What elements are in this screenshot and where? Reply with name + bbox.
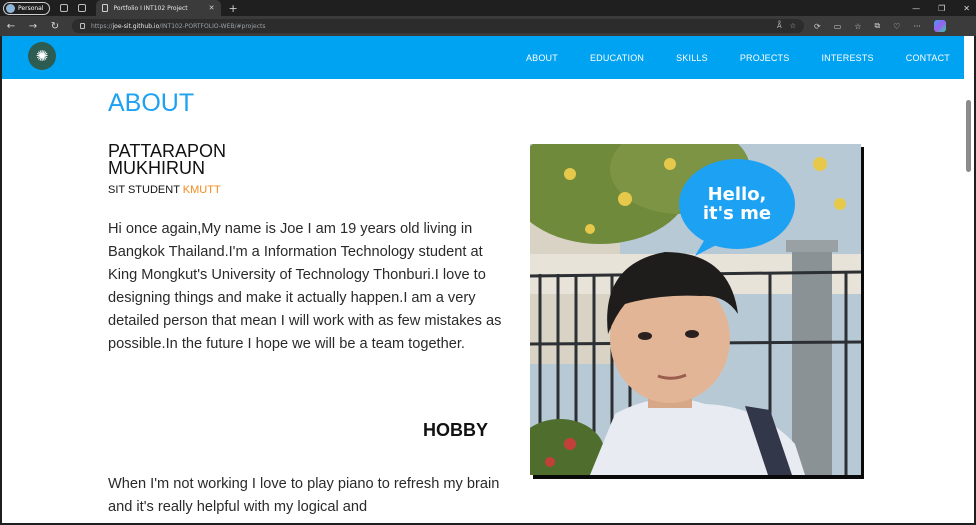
nav-education[interactable]: EDUCATION: [590, 53, 644, 63]
role-line: SIT STUDENT KMUTT: [108, 184, 221, 196]
favorites-icon[interactable]: ☆: [854, 22, 861, 31]
bubble-line-1: Hello,: [708, 184, 767, 205]
about-heading: ABOUT: [108, 89, 195, 117]
restore-icon[interactable]: ❐: [938, 4, 945, 13]
browser-toolbar: ⟳ ▭ ☆ ⧉ ♡ ···: [814, 20, 946, 32]
workspaces-icon[interactable]: [59, 4, 68, 12]
url-host: joe-sit.github.io: [112, 22, 160, 30]
favorite-star-icon[interactable]: ☆: [790, 22, 796, 30]
tab-title: Portfolio I INT102 Project: [113, 4, 188, 12]
profile-button[interactable]: Personal: [3, 1, 50, 15]
read-aloud-icon[interactable]: Aͣ: [777, 22, 782, 30]
collections-icon[interactable]: ⧉: [874, 21, 880, 31]
address-bar-row: ← → ↻ https://joe-sit.github.io/INT102-P…: [0, 16, 976, 36]
window-controls: — ❐ ✕: [912, 0, 970, 16]
main-nav: ABOUT EDUCATION SKILLS PROJECTS INTEREST…: [494, 36, 950, 79]
close-window-icon[interactable]: ✕: [963, 4, 970, 13]
url-field[interactable]: https://joe-sit.github.io/INT102-PORTFOL…: [72, 19, 804, 33]
minimize-icon[interactable]: —: [912, 4, 920, 13]
more-options-icon[interactable]: ···: [913, 22, 921, 31]
bubble-line-2: it's me: [703, 203, 771, 224]
copilot-icon[interactable]: [933, 20, 946, 32]
scrollbar-thumb[interactable]: [966, 100, 971, 172]
hobby-paragraph: When I'm not working I love to play pian…: [108, 476, 500, 515]
browser-essentials-icon[interactable]: ♡: [893, 22, 900, 31]
site-logo[interactable]: ✺: [28, 42, 56, 70]
new-tab-icon[interactable]: +: [229, 3, 238, 14]
profile-photo-illustration: Hello, it's me: [530, 144, 861, 475]
back-icon[interactable]: ←: [0, 21, 22, 32]
web-page: ✺ ABOUT EDUCATION SKILLS PROJECTS INTERE…: [2, 36, 964, 523]
nav-skills[interactable]: SKILLS: [676, 53, 708, 63]
person-name: PATTARAPON MUKHIRUN: [108, 142, 328, 178]
university-name: KMUTT: [182, 184, 221, 196]
hobby-heading: HOBBY: [422, 420, 488, 440]
extensions-icon[interactable]: ⟳: [814, 22, 821, 31]
avatar: [6, 3, 15, 13]
active-tab[interactable]: Portfolio I INT102 Project ✕: [95, 0, 221, 16]
url-prefix: https://: [91, 22, 113, 30]
lock-icon[interactable]: [80, 23, 85, 29]
site-header: ✺ ABOUT EDUCATION SKILLS PROJECTS INTERE…: [2, 36, 964, 79]
browser-tab-bar: Personal Portfolio I INT102 Project ✕ + …: [0, 0, 976, 16]
forward-icon[interactable]: →: [22, 21, 44, 32]
split-screen-icon[interactable]: ▭: [834, 22, 842, 31]
profile-photo: Hello, it's me: [530, 144, 861, 475]
refresh-icon[interactable]: ↻: [44, 21, 66, 32]
name-line-2: MUKHIRUN: [108, 158, 205, 178]
page-icon: [101, 4, 108, 12]
bio-paragraph: Hi once again,My name is Joe I am 19 yea…: [108, 221, 502, 352]
close-tab-icon[interactable]: ✕: [209, 4, 215, 12]
profile-label: Personal: [18, 4, 44, 12]
url-path: /INT102-PORTFOLIO-WEB/#projects: [159, 22, 266, 30]
nav-contact[interactable]: CONTACT: [906, 53, 950, 63]
tab-actions-icon[interactable]: [77, 4, 86, 12]
role-prefix: SIT STUDENT: [108, 184, 183, 196]
nav-projects[interactable]: PROJECTS: [740, 53, 790, 63]
nav-interests[interactable]: INTERESTS: [821, 53, 873, 63]
page-scrollbar[interactable]: [964, 36, 974, 523]
nav-about[interactable]: ABOUT: [526, 53, 558, 63]
